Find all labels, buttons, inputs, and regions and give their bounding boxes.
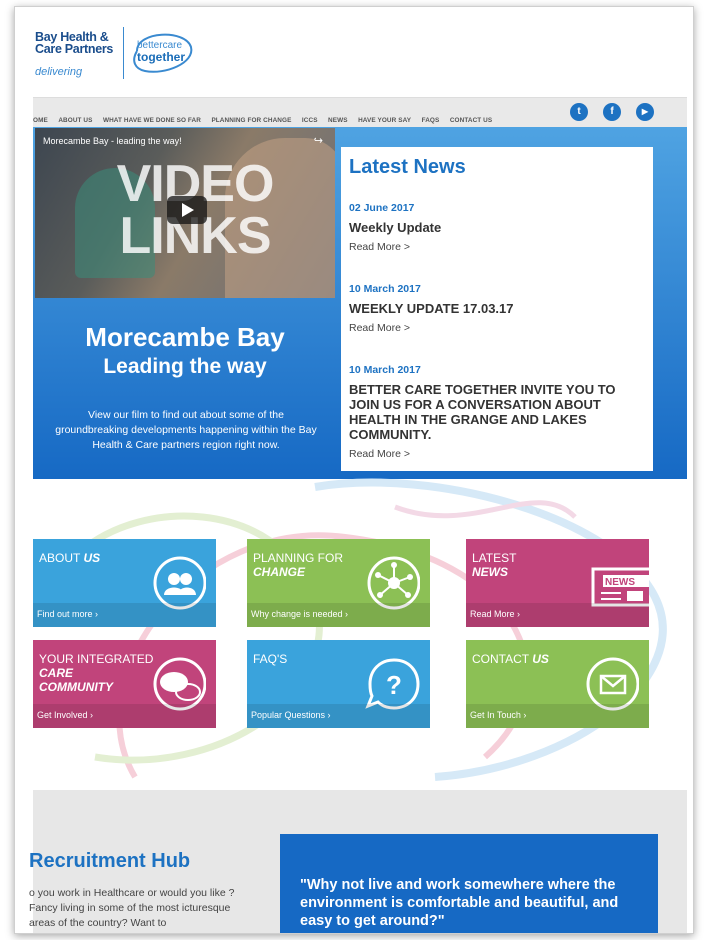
play-icon[interactable] <box>167 196 207 224</box>
news-item: 10 March 2017 WEEKLY UPDATE 17.03.17 Rea… <box>349 283 645 334</box>
logo-together: together <box>137 50 185 64</box>
logo-text-1: Bay Health & Care Partners <box>35 30 114 56</box>
tile-title: LATEST NEWS <box>472 551 517 579</box>
page-frame: Bay Health & Care Partners delivering bet… <box>14 6 694 934</box>
tile-integrated-care-community[interactable]: YOUR INTEGRATED CARE COMMUNITY Get Involv… <box>33 640 216 728</box>
nav-contact-us[interactable]: CONTACT US <box>450 117 492 124</box>
recruitment-heading[interactable]: Recruitment Hub <box>29 850 190 873</box>
logo-better-care: bettercare <box>137 40 183 51</box>
tile-faqs[interactable]: FAQ'S ? Popular Questions › <box>247 640 430 728</box>
logo-divider <box>123 27 124 79</box>
nav-what-have-we-done[interactable]: WHAT HAVE WE DONE SO FAR <box>103 117 201 124</box>
latest-news-heading: Latest News <box>349 156 466 178</box>
tile-link[interactable]: Popular Questions › <box>251 710 331 720</box>
logo-tagline: delivering <box>35 66 83 78</box>
tile-title: ABOUT US <box>39 551 101 565</box>
news-item: 10 March 2017 BETTER CARE TOGETHER INVIT… <box>349 364 645 460</box>
nav-news[interactable]: NEWS <box>328 117 348 124</box>
tile-link[interactable]: Get Involved › <box>37 710 93 720</box>
facebook-icon[interactable]: f <box>603 103 621 121</box>
hero-title: Morecambe Bay <box>85 322 285 352</box>
news-title[interactable]: BETTER CARE TOGETHER INVITE YOU TO JOIN … <box>349 382 645 442</box>
nav-have-your-say[interactable]: HAVE YOUR SAY <box>358 117 411 124</box>
quote-text: "Why not live and work somewhere where t… <box>300 877 619 929</box>
video-title: Morecambe Bay - leading the way! <box>43 136 182 146</box>
hero-subtitle: Leading the way <box>103 355 267 378</box>
tile-link[interactable]: Get In Touch › <box>470 710 526 720</box>
tile-link[interactable]: Read More › <box>470 609 520 619</box>
read-more-link[interactable]: Read More > <box>349 241 645 253</box>
main-nav: OME ABOUT US WHAT HAVE WE DONE SO FAR PL… <box>33 97 687 127</box>
nav-about-us[interactable]: ABOUT US <box>58 117 92 124</box>
tile-title: PLANNING FOR CHANGE <box>253 551 344 579</box>
tile-planning-for-change[interactable]: PLANNING FOR CHANGE Why change is needed … <box>247 539 430 627</box>
news-date: 10 March 2017 <box>349 364 421 376</box>
read-more-link[interactable]: Read More > <box>349 322 645 334</box>
news-title[interactable]: Weekly Update <box>349 220 645 235</box>
twitter-icon[interactable]: t <box>570 103 588 121</box>
site-logo[interactable]: Bay Health & Care Partners delivering bet… <box>35 25 215 87</box>
nav-iccs[interactable]: ICCS <box>302 117 318 124</box>
news-item: 02 June 2017 Weekly Update Read More > <box>349 202 645 253</box>
nav-home[interactable]: OME <box>33 117 48 124</box>
tile-latest-news[interactable]: LATEST NEWS NEWS Read More › <box>466 539 649 627</box>
tile-title: FAQ'S <box>253 652 288 666</box>
share-icon[interactable]: ↪ <box>314 134 323 147</box>
news-date: 10 March 2017 <box>349 283 421 295</box>
tile-title: CONTACT US <box>472 652 549 666</box>
news-date: 02 June 2017 <box>349 202 415 214</box>
recruitment-section: Recruitment Hub o you work in Healthcare… <box>29 790 687 933</box>
tile-link[interactable]: Why change is needed › <box>251 609 348 619</box>
nav-faqs[interactable]: FAQS <box>422 117 440 124</box>
tile-about-us[interactable]: ABOUT US Find out more › <box>33 539 216 627</box>
hero-description: View our film to find out about some of … <box>55 409 317 451</box>
quote-box: "Why not live and work somewhere where t… <box>280 834 658 933</box>
svg-text:?: ? <box>386 670 402 700</box>
news-title[interactable]: WEEKLY UPDATE 17.03.17 <box>349 301 645 316</box>
nav-list: OME ABOUT US WHAT HAVE WE DONE SO FAR PL… <box>33 109 498 127</box>
recruitment-text: o you work in Healthcare or would you li… <box>29 887 235 929</box>
tile-contact-us[interactable]: CONTACT US Get In Touch › <box>466 640 649 728</box>
tile-link[interactable]: Find out more › <box>37 609 98 619</box>
hero-section: Morecambe Bay - leading the way! ↪ VIDEO… <box>33 127 687 479</box>
read-more-link[interactable]: Read More > <box>349 448 645 460</box>
video-player[interactable]: Morecambe Bay - leading the way! ↪ VIDEO… <box>35 128 335 298</box>
tile-title: YOUR INTEGRATED CARE COMMUNITY <box>39 652 154 694</box>
svg-text:NEWS: NEWS <box>605 577 635 588</box>
background-swirl <box>72 478 667 781</box>
youtube-icon[interactable]: ▶ <box>636 103 654 121</box>
nav-planning-for-change[interactable]: PLANNING FOR CHANGE <box>211 117 291 124</box>
latest-news-panel: Latest News 02 June 2017 Weekly Update R… <box>341 147 653 471</box>
